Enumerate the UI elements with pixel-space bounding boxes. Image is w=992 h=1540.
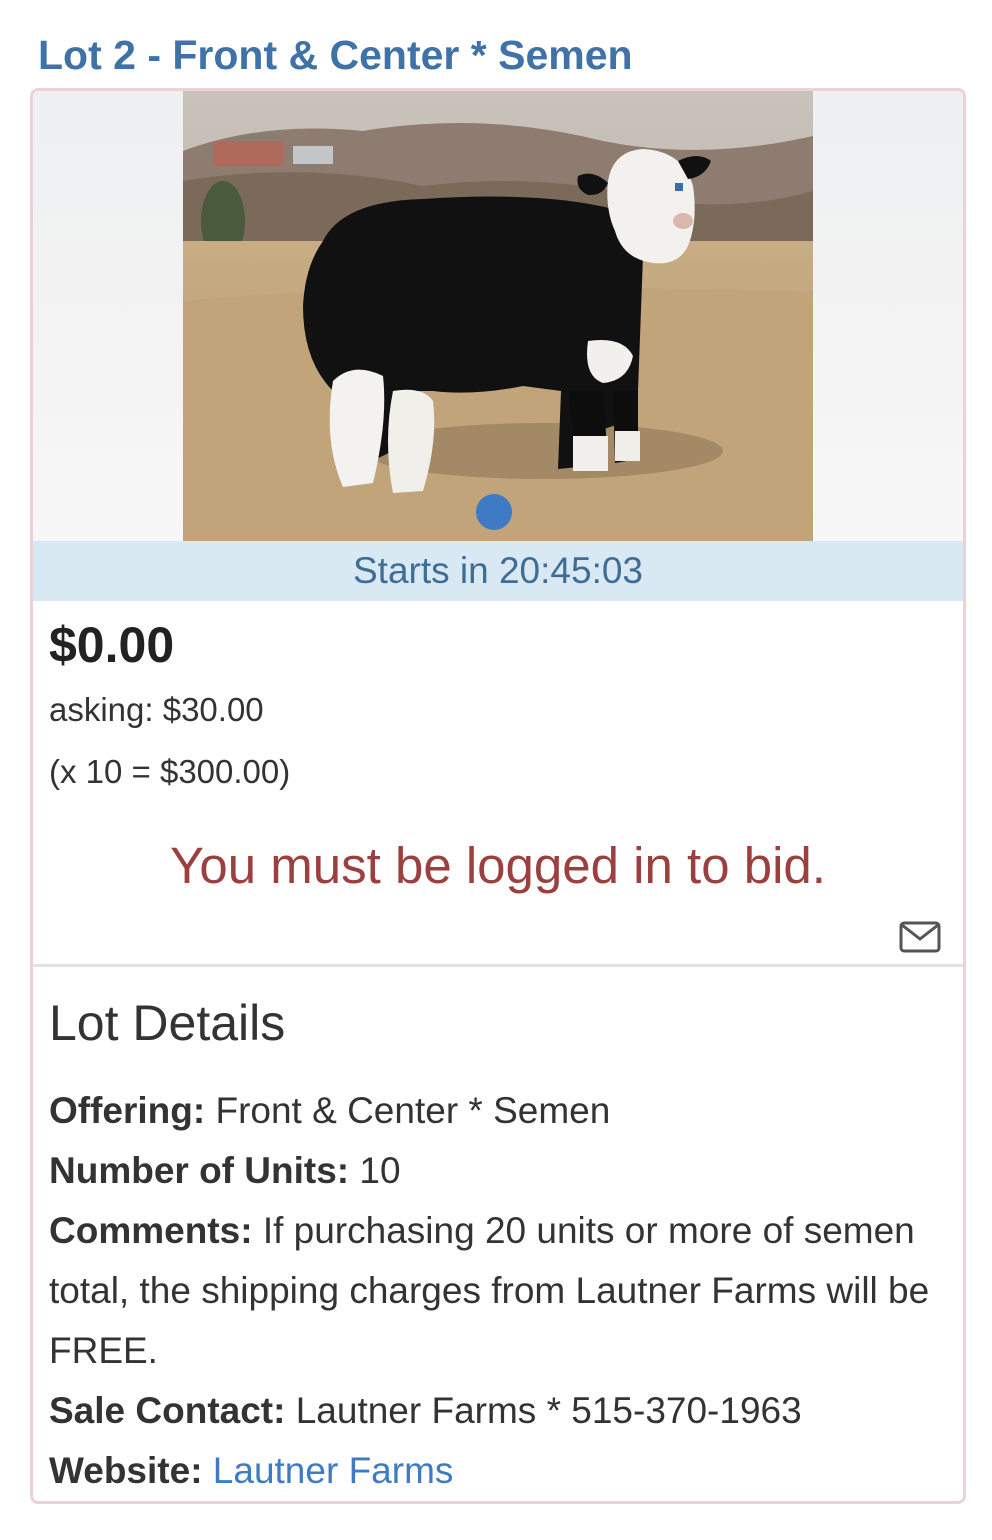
- comments-label: Comments:: [49, 1210, 253, 1251]
- lot-details-heading: Lot Details: [49, 995, 286, 1051]
- image-blur-left: [33, 91, 183, 541]
- offering-value: Front & Center * Semen: [215, 1090, 611, 1131]
- website-row: Website: Lautner Farms: [49, 1441, 949, 1501]
- lot-page: Lot 2 - Front & Center * Semen Starts in…: [0, 0, 992, 1540]
- units-label: Number of Units:: [49, 1150, 350, 1191]
- lot-photo[interactable]: [183, 91, 813, 541]
- contact-row: Sale Contact: Lautner Farms * 515-370-19…: [49, 1381, 949, 1441]
- current-bid-price: $0.00: [49, 617, 175, 673]
- asking-price: asking: $30.00: [49, 691, 264, 728]
- auction-timer: Starts in 20:45:03: [33, 541, 963, 601]
- image-blur-right: [813, 91, 963, 541]
- section-divider: [33, 964, 963, 967]
- units-row: Number of Units: 10: [49, 1141, 949, 1201]
- image-carousel: [33, 91, 963, 541]
- lot-title[interactable]: Lot 2 - Front & Center * Semen: [38, 32, 633, 79]
- contact-label: Sale Contact:: [49, 1390, 286, 1431]
- envelope-icon[interactable]: [899, 921, 941, 953]
- offering-row: Offering: Front & Center * Semen: [49, 1081, 949, 1141]
- lot-card: Starts in 20:45:03 $0.00 asking: $30.00 …: [30, 88, 966, 1504]
- carousel-dot[interactable]: [476, 494, 512, 530]
- website-label: Website:: [49, 1450, 203, 1491]
- login-required-message: You must be logged in to bid.: [170, 837, 826, 894]
- contact-value: Lautner Farms * 515-370-1963: [295, 1390, 802, 1431]
- total-price: (x 10 = $300.00): [49, 753, 291, 790]
- units-value: 10: [359, 1150, 401, 1191]
- lot-details: Offering: Front & Center * Semen Number …: [49, 1081, 949, 1501]
- website-link[interactable]: Lautner Farms: [213, 1450, 454, 1491]
- offering-label: Offering:: [49, 1090, 206, 1131]
- comments-row: Comments: If purchasing 20 units or more…: [49, 1201, 949, 1381]
